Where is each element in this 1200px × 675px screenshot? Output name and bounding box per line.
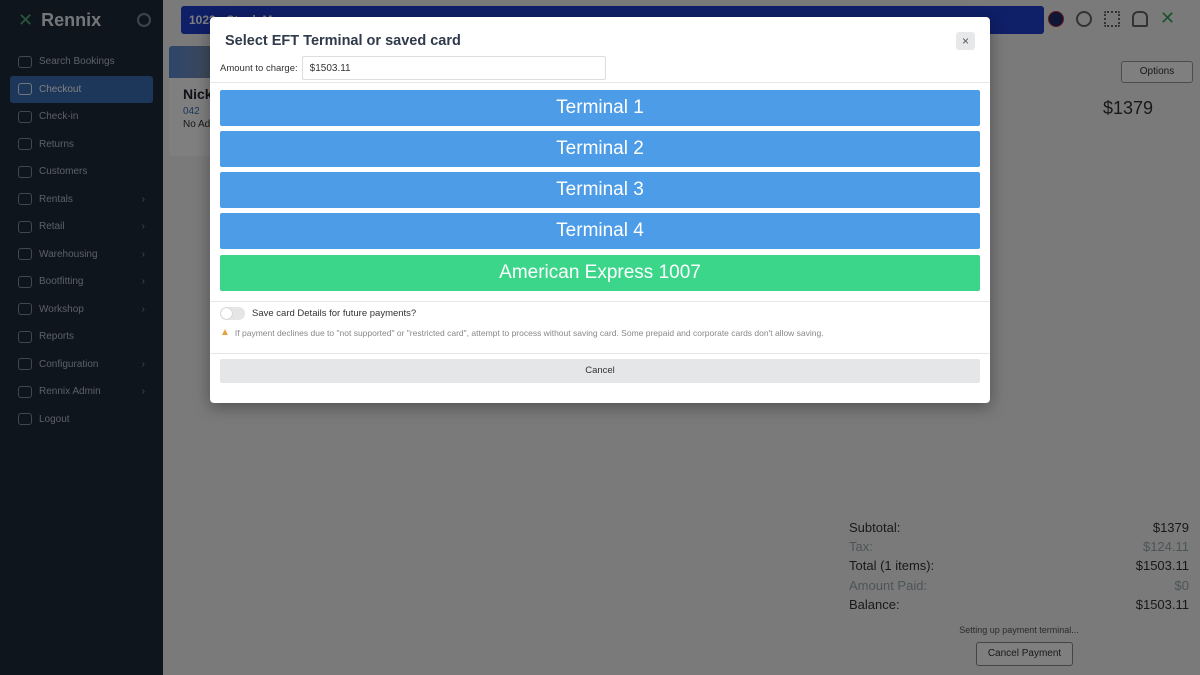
divider — [210, 301, 990, 302]
warning-icon: ▲ — [220, 327, 230, 338]
save-card-toggle[interactable] — [220, 307, 245, 320]
amount-label: Amount to charge: — [220, 62, 298, 74]
warning-text: If payment declines due to "not supporte… — [234, 327, 824, 338]
cancel-button[interactable]: Cancel — [220, 359, 980, 383]
terminal-button-1[interactable]: Terminal 1 — [220, 90, 980, 126]
amount-input[interactable] — [301, 56, 606, 80]
warning-row: ▲ If payment declines due to "not suppor… — [220, 327, 824, 338]
divider — [210, 353, 990, 354]
terminal-button-3[interactable]: Terminal 3 — [220, 172, 980, 208]
save-card-label: Save card Details for future payments? — [252, 308, 417, 319]
terminal-button-4[interactable]: Terminal 4 — [220, 213, 980, 249]
divider — [210, 82, 990, 83]
close-button[interactable]: × — [956, 32, 975, 50]
saved-card-button[interactable]: American Express 1007 — [220, 255, 980, 291]
modal-title: Select EFT Terminal or saved card — [225, 33, 461, 49]
save-card-row: Save card Details for future payments? — [220, 307, 416, 320]
eft-terminal-modal: Select EFT Terminal or saved card × Amou… — [210, 17, 990, 403]
amount-row: Amount to charge: — [220, 56, 606, 80]
terminal-button-2[interactable]: Terminal 2 — [220, 131, 980, 167]
